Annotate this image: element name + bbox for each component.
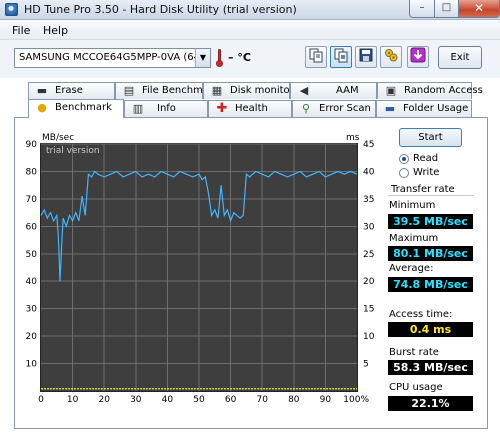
tab-random-access[interactable]: ▣ Random Access	[377, 82, 483, 99]
maximum-value: 80.1 MB/sec	[388, 246, 473, 261]
maximum-label: Maximum	[389, 233, 439, 244]
tab-folder-usage[interactable]: ▬ Folder Usage	[376, 100, 472, 117]
info-icon: ▥	[132, 102, 144, 115]
tab-benchmark[interactable]: ● Benchmark	[28, 99, 124, 118]
save-button[interactable]	[355, 46, 377, 68]
toolbar: SAMSUNG MCCOE64G5MPP-0VA (64 GB) ▼ – °C …	[0, 40, 500, 78]
read-radio[interactable]	[399, 154, 409, 164]
minimum-label: Minimum	[389, 200, 436, 211]
close-button[interactable]: ✕	[458, 0, 500, 18]
burst-rate-label: Burst rate	[389, 347, 439, 358]
minimum-value: 39.5 MB/sec	[388, 214, 473, 229]
folder-icon: ▬	[384, 102, 396, 115]
maximize-button[interactable]: □	[434, 0, 459, 18]
tab-erase[interactable]: ▬ Erase	[28, 82, 115, 99]
benchmark-icon: ●	[37, 101, 47, 114]
tab-health[interactable]: ✚ Health	[208, 100, 292, 117]
access-time-label: Access time:	[389, 309, 453, 320]
title-bar: HD Tune Pro 3.50 - Hard Disk Utility (tr…	[0, 0, 500, 20]
tab-aam[interactable]: ◀ AAM	[290, 82, 377, 99]
transfer-rate-label: Transfer rate	[391, 184, 455, 195]
temperature-readout: – °C	[228, 51, 251, 64]
exit-button[interactable]: Exit	[438, 46, 482, 69]
options-icon	[385, 49, 398, 62]
transfer-rate-divider	[388, 195, 474, 196]
options-button[interactable]	[380, 46, 402, 68]
download-button[interactable]	[407, 46, 429, 68]
start-button[interactable]: Start	[399, 128, 462, 147]
copy-info-button[interactable]	[305, 46, 327, 68]
burst-rate-value: 58.3 MB/sec	[388, 360, 473, 375]
health-icon: ✚	[216, 101, 228, 116]
window-title: HD Tune Pro 3.50 - Hard Disk Utility (tr…	[24, 3, 297, 16]
random-access-icon: ▣	[385, 84, 397, 97]
save-icon	[359, 48, 373, 62]
menu-bar: File Help	[0, 20, 500, 40]
write-radio[interactable]	[399, 168, 409, 178]
chart-right-unit: ms	[346, 133, 360, 143]
speaker-icon: ◀	[299, 84, 309, 97]
tab-file-benchmark[interactable]: ▤ File Benchmark	[115, 82, 219, 99]
copy-screenshot-icon	[334, 48, 348, 63]
copy-screenshot-button[interactable]	[330, 46, 352, 68]
average-label: Average:	[389, 263, 434, 274]
read-label: Read	[413, 153, 439, 164]
app-icon	[5, 3, 18, 16]
copy-info-icon	[309, 48, 323, 63]
menu-help[interactable]: Help	[43, 24, 68, 37]
tab-error-scan[interactable]: ⚲ Error Scan	[292, 100, 376, 117]
disk-monitor-icon: ▦	[211, 84, 223, 97]
drive-select[interactable]: SAMSUNG MCCOE64G5MPP-0VA (64 GB) ▼	[14, 48, 211, 68]
erase-icon: ▬	[36, 84, 48, 97]
file-benchmark-icon: ▤	[123, 84, 135, 97]
minimize-button[interactable]: –	[409, 0, 435, 18]
benchmark-chart-area	[40, 143, 358, 392]
download-icon	[410, 47, 426, 63]
chevron-down-icon[interactable]: ▼	[195, 49, 210, 67]
drive-select-value: SAMSUNG MCCOE64G5MPP-0VA (64 GB)	[19, 52, 211, 63]
chart-left-unit: MB/sec	[42, 133, 75, 143]
menu-file[interactable]: File	[12, 24, 30, 37]
error-scan-icon: ⚲	[301, 102, 311, 115]
thermometer-icon	[216, 49, 223, 67]
tab-disk-monitor[interactable]: ▦ Disk monitor	[203, 82, 294, 99]
cpu-usage-label: CPU usage	[389, 382, 443, 393]
write-label: Write	[413, 167, 440, 178]
chart-trial-watermark: trial version	[46, 146, 100, 156]
access-time-value: 0.4 ms	[388, 322, 473, 337]
average-value: 74.8 MB/sec	[388, 277, 473, 292]
cpu-usage-value: 22.1%	[388, 396, 473, 411]
tab-info[interactable]: ▥ Info	[124, 100, 208, 117]
